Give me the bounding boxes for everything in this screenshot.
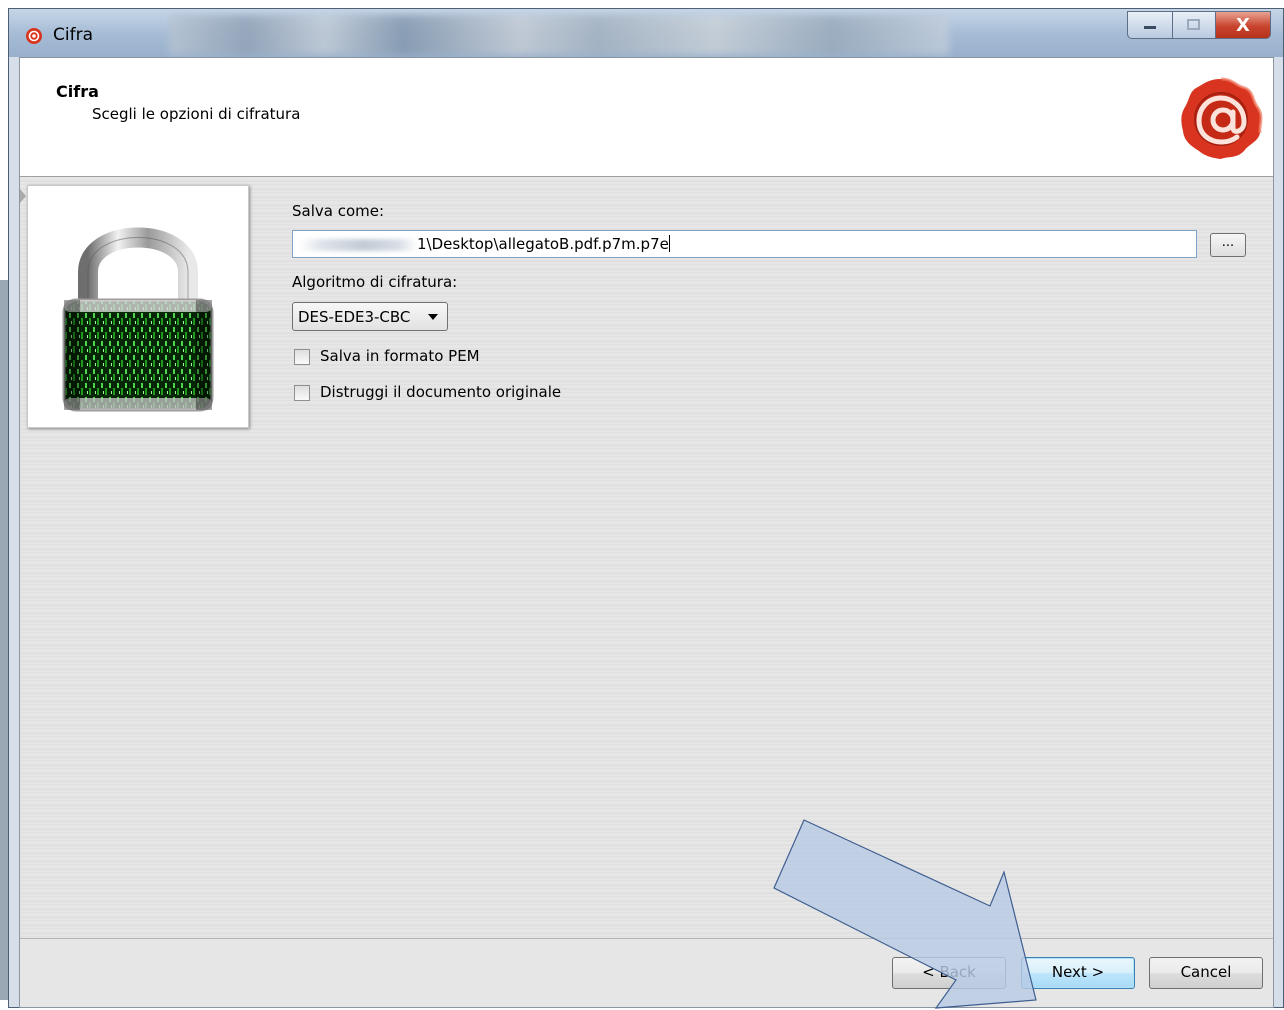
browse-button[interactable]: ... xyxy=(1210,233,1246,257)
blurred-background xyxy=(169,15,949,55)
page-title: Cifra xyxy=(56,82,99,101)
background-window-strip xyxy=(0,280,8,1000)
cancel-button[interactable]: Cancel xyxy=(1149,957,1263,989)
next-button[interactable]: Next > xyxy=(1021,957,1135,989)
algorithm-select[interactable]: DES-EDE3-CBC xyxy=(292,302,448,331)
redacted-path-prefix xyxy=(299,238,417,251)
destroy-original-checkbox[interactable] xyxy=(294,385,310,401)
wizard-client-area: Cifra Scegli le opzioni di cifratura Sal… xyxy=(19,57,1274,1008)
close-icon: X xyxy=(1236,14,1250,36)
maximize-button[interactable] xyxy=(1172,11,1216,39)
seal-icon xyxy=(26,28,42,44)
pem-label[interactable]: Salva in formato PEM xyxy=(320,347,480,365)
title-bar[interactable]: Cifra X xyxy=(9,9,1283,57)
back-button[interactable]: < Back xyxy=(892,957,1006,989)
page-subtitle: Scegli le opzioni di cifratura xyxy=(92,105,301,123)
pem-checkbox[interactable] xyxy=(294,349,310,365)
cifra-window: Cifra X Cifra Scegli le opzioni di cifra… xyxy=(8,8,1284,1008)
chevron-down-icon xyxy=(428,314,438,320)
minimize-button[interactable] xyxy=(1127,11,1173,39)
maximize-icon xyxy=(1187,19,1200,30)
save-as-value: 1\Desktop\allegatoB.pdf.p7m.p7e xyxy=(417,235,669,253)
minimize-icon xyxy=(1144,26,1156,29)
save-as-label: Salva come: xyxy=(292,202,385,220)
padlock-icon xyxy=(62,227,214,412)
destroy-original-label[interactable]: Distruggi il documento originale xyxy=(320,383,561,401)
close-button[interactable]: X xyxy=(1215,11,1271,39)
algorithm-label: Algoritmo di cifratura: xyxy=(292,273,458,291)
window-title: Cifra xyxy=(53,25,93,45)
step-indicator-arrow xyxy=(20,189,26,203)
wizard-header: Cifra Scegli le opzioni di cifratura xyxy=(20,58,1273,177)
text-caret xyxy=(668,235,670,252)
wax-seal-logo xyxy=(1181,77,1263,159)
wizard-body: Salva come: 1\Desktop\allegatoB.pdf.p7m.… xyxy=(20,177,1273,937)
wizard-footer: < Back Next > Cancel xyxy=(20,938,1273,1007)
padlock-illustration xyxy=(27,185,249,428)
algorithm-value: DES-EDE3-CBC xyxy=(298,308,411,326)
save-as-field[interactable]: 1\Desktop\allegatoB.pdf.p7m.p7e xyxy=(292,230,1197,258)
